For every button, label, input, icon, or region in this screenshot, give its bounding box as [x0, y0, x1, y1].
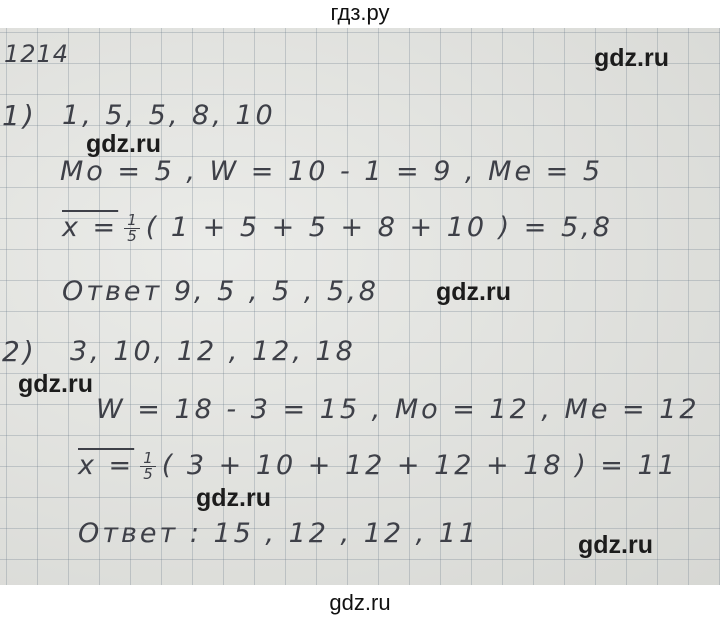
watermark: gdz.ru — [196, 484, 271, 512]
site-header: гдз.ру — [330, 0, 390, 25]
part1-fraction: 15 — [124, 213, 140, 244]
part2-answer: Ответ : 15 , 12 , 12 , 11 — [78, 518, 480, 549]
part1-stats-line: Mo = 5 , W = 10 - 1 = 9 , Me = 5 — [60, 156, 604, 187]
part2-data-values: 3, 10, 12 , 12, 18 — [70, 336, 356, 367]
part1-mean-line: x = 1 5( 1 + 5 + 5 + 8 + 10 ) = 5,8 — [62, 212, 613, 244]
watermark: gdz.ru — [86, 130, 161, 158]
watermark: gdz.ru — [594, 44, 669, 72]
part1-mean-rhs: ( 1 + 5 + 5 + 8 + 10 ) = 5,8 — [145, 212, 613, 243]
part2-fraction: 15 — [140, 451, 156, 482]
site-footer: gdz.ru — [329, 590, 391, 615]
part1-frac-den: 5 — [127, 227, 137, 245]
part2-mean-line: x = 1 5( 3 + 10 + 12 + 12 + 18 ) = 11 — [78, 450, 678, 482]
part2-label: 2) — [2, 335, 37, 368]
problem-number: 1214 — [4, 40, 70, 68]
part1-mean-lhs: x = — [62, 212, 119, 243]
part1-data-values: 1, 5, 5, 8, 10 — [62, 100, 276, 131]
part1-label: 1) — [2, 99, 37, 132]
watermark: gdz.ru — [18, 370, 93, 398]
part2-mean-lhs: x = — [78, 450, 135, 481]
part2-stats-line: W = 18 - 3 = 15 , Mo = 12 , Me = 12 — [96, 394, 700, 425]
part1-answer: Ответ 9, 5 , 5 , 5,8 — [62, 276, 379, 307]
watermark: gdz.ru — [436, 278, 511, 306]
watermark: gdz.ru — [578, 531, 653, 559]
notebook-photo: 1214 1) 1, 5, 5, 8, 10 Mo = 5 , W = 10 -… — [0, 28, 720, 588]
part2-frac-den: 5 — [143, 465, 153, 483]
part2-mean-rhs: ( 3 + 10 + 12 + 12 + 18 ) = 11 — [161, 450, 678, 481]
